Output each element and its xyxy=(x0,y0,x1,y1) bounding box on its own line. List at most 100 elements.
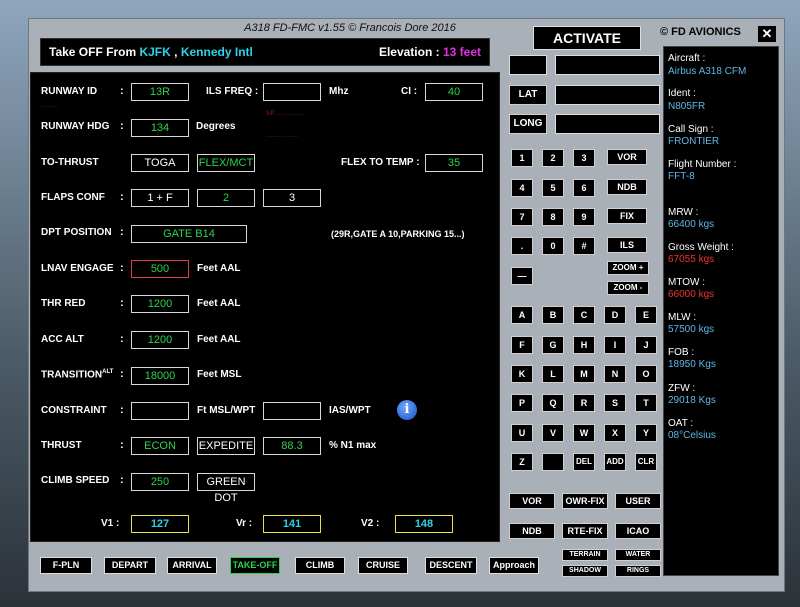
long-button[interactable]: LONG xyxy=(509,114,547,134)
v1-field[interactable]: 127 xyxy=(131,515,189,533)
add-key[interactable]: ADD xyxy=(604,453,626,471)
scratchpad[interactable] xyxy=(555,55,660,75)
icao-button[interactable]: ICAO xyxy=(615,523,661,539)
letter-key[interactable]: M xyxy=(573,365,595,383)
flaps-2-button[interactable]: 2 xyxy=(197,189,255,207)
scratchpad-small[interactable] xyxy=(509,55,547,75)
shadow-button[interactable]: SHADOW xyxy=(562,565,608,577)
digit-key[interactable]: 4 xyxy=(511,179,533,197)
letter-key[interactable]: N xyxy=(604,365,626,383)
constraint-ias-field[interactable] xyxy=(263,402,321,420)
key-z[interactable]: Z xyxy=(511,453,533,471)
letter-key[interactable]: Y xyxy=(635,424,657,442)
letter-key[interactable]: A xyxy=(511,306,533,324)
vr-field[interactable]: 141 xyxy=(263,515,321,533)
cost-index-field[interactable]: 40 xyxy=(425,83,483,101)
info-icon[interactable]: i xyxy=(397,400,417,420)
lnav-engage-field[interactable]: 500 xyxy=(131,260,189,278)
letter-key[interactable]: V xyxy=(542,424,564,442)
vor-key[interactable]: VOR xyxy=(607,149,647,165)
ils-key[interactable]: ILS xyxy=(607,237,647,253)
letter-key[interactable]: B xyxy=(542,306,564,324)
flex-temp-field[interactable]: 35 xyxy=(425,154,483,172)
runway-hdg-field[interactable]: 134 xyxy=(131,119,189,137)
letter-key[interactable]: Q xyxy=(542,394,564,412)
digit-key[interactable]: 0 xyxy=(542,237,564,255)
digit-key[interactable]: 1 xyxy=(511,149,533,167)
digit-key[interactable]: 9 xyxy=(573,208,595,226)
space-key[interactable] xyxy=(542,453,564,471)
digit-key[interactable]: # xyxy=(573,237,595,255)
lat-button[interactable]: LAT xyxy=(509,85,547,105)
constraint-alt-field[interactable] xyxy=(131,402,189,420)
climb-speed-field[interactable]: 250 xyxy=(131,473,189,491)
letter-key[interactable]: U xyxy=(511,424,533,442)
letter-key[interactable]: O xyxy=(635,365,657,383)
runway-id-field[interactable]: 13R xyxy=(131,83,189,101)
fix-key[interactable]: FIX xyxy=(607,208,647,224)
digit-key[interactable]: . xyxy=(511,237,533,255)
digit-key[interactable]: 2 xyxy=(542,149,564,167)
letter-key[interactable]: W xyxy=(573,424,595,442)
flaps-3-button[interactable]: 3 xyxy=(263,189,321,207)
econ-button[interactable]: ECON xyxy=(131,437,189,455)
rings-button[interactable]: RINGS xyxy=(615,565,661,577)
vor-filter-button[interactable]: VOR xyxy=(509,493,555,509)
transition-alt-field[interactable]: 18000 xyxy=(131,367,189,385)
letter-key[interactable]: C xyxy=(573,306,595,324)
del-key[interactable]: DEL xyxy=(573,453,595,471)
letter-key[interactable]: D xyxy=(604,306,626,324)
letter-key[interactable]: E xyxy=(635,306,657,324)
flaps-1f-button[interactable]: 1 + F xyxy=(131,189,189,207)
v2-field[interactable]: 148 xyxy=(395,515,453,533)
tab-take-off[interactable]: TAKE-OFF xyxy=(230,557,280,574)
letter-key[interactable]: P xyxy=(511,394,533,412)
tab-approach[interactable]: Approach xyxy=(489,557,539,574)
letter-key[interactable]: H xyxy=(573,336,595,354)
rte-fix-button[interactable]: RTE-FIX xyxy=(562,523,608,539)
digit-key[interactable]: 6 xyxy=(573,179,595,197)
clr-key[interactable]: CLR xyxy=(635,453,657,471)
expedite-button[interactable]: EXPEDITE xyxy=(197,437,255,455)
letter-key[interactable]: X xyxy=(604,424,626,442)
terrain-button[interactable]: TERRAIN xyxy=(562,549,608,561)
zoom-out-button[interactable]: ZOOM - xyxy=(607,281,649,295)
acc-alt-field[interactable]: 1200 xyxy=(131,331,189,349)
digit-key[interactable]: 7 xyxy=(511,208,533,226)
user-button[interactable]: USER xyxy=(615,493,661,509)
toga-button[interactable]: TOGA xyxy=(131,154,189,172)
flex-mct-button[interactable]: FLEX/MCT xyxy=(197,154,255,172)
tab-f-pln[interactable]: F-PLN xyxy=(40,557,92,574)
tab-descent[interactable]: DESCENT xyxy=(425,557,477,574)
letter-key[interactable]: K xyxy=(511,365,533,383)
dpt-position-field[interactable]: GATE B14 xyxy=(131,225,247,243)
letter-key[interactable]: F xyxy=(511,336,533,354)
ndb-key[interactable]: NDB xyxy=(607,179,647,195)
minus-key[interactable]: — xyxy=(511,267,533,285)
digit-key[interactable]: 8 xyxy=(542,208,564,226)
digit-key[interactable]: 5 xyxy=(542,179,564,197)
letter-key[interactable]: I xyxy=(604,336,626,354)
tab-arrival[interactable]: ARRIVAL xyxy=(167,557,217,574)
ndb-filter-button[interactable]: NDB xyxy=(509,523,555,539)
letter-key[interactable]: J xyxy=(635,336,657,354)
tab-climb[interactable]: CLIMB xyxy=(295,557,345,574)
green-dot-button[interactable]: GREEN DOT xyxy=(197,473,255,504)
lat-field[interactable] xyxy=(555,85,660,105)
long-field[interactable] xyxy=(555,114,660,134)
letter-key[interactable]: R xyxy=(573,394,595,412)
letter-key[interactable]: S xyxy=(604,394,626,412)
ils-freq-field[interactable] xyxy=(263,83,321,101)
digit-key[interactable]: 3 xyxy=(573,149,595,167)
n1-field[interactable]: 88.3 xyxy=(263,437,321,455)
tab-cruise[interactable]: CRUISE xyxy=(358,557,408,574)
activate-button[interactable]: ACTIVATE xyxy=(533,26,641,50)
zoom-in-button[interactable]: ZOOM + xyxy=(607,261,649,275)
thr-red-field[interactable]: 1200 xyxy=(131,295,189,313)
close-icon[interactable]: ✕ xyxy=(758,26,776,42)
letter-key[interactable]: T xyxy=(635,394,657,412)
letter-key[interactable]: L xyxy=(542,365,564,383)
owr-fix-button[interactable]: OWR-FIX xyxy=(562,493,608,509)
tab-depart[interactable]: DEPART xyxy=(104,557,156,574)
water-button[interactable]: WATER xyxy=(615,549,661,561)
